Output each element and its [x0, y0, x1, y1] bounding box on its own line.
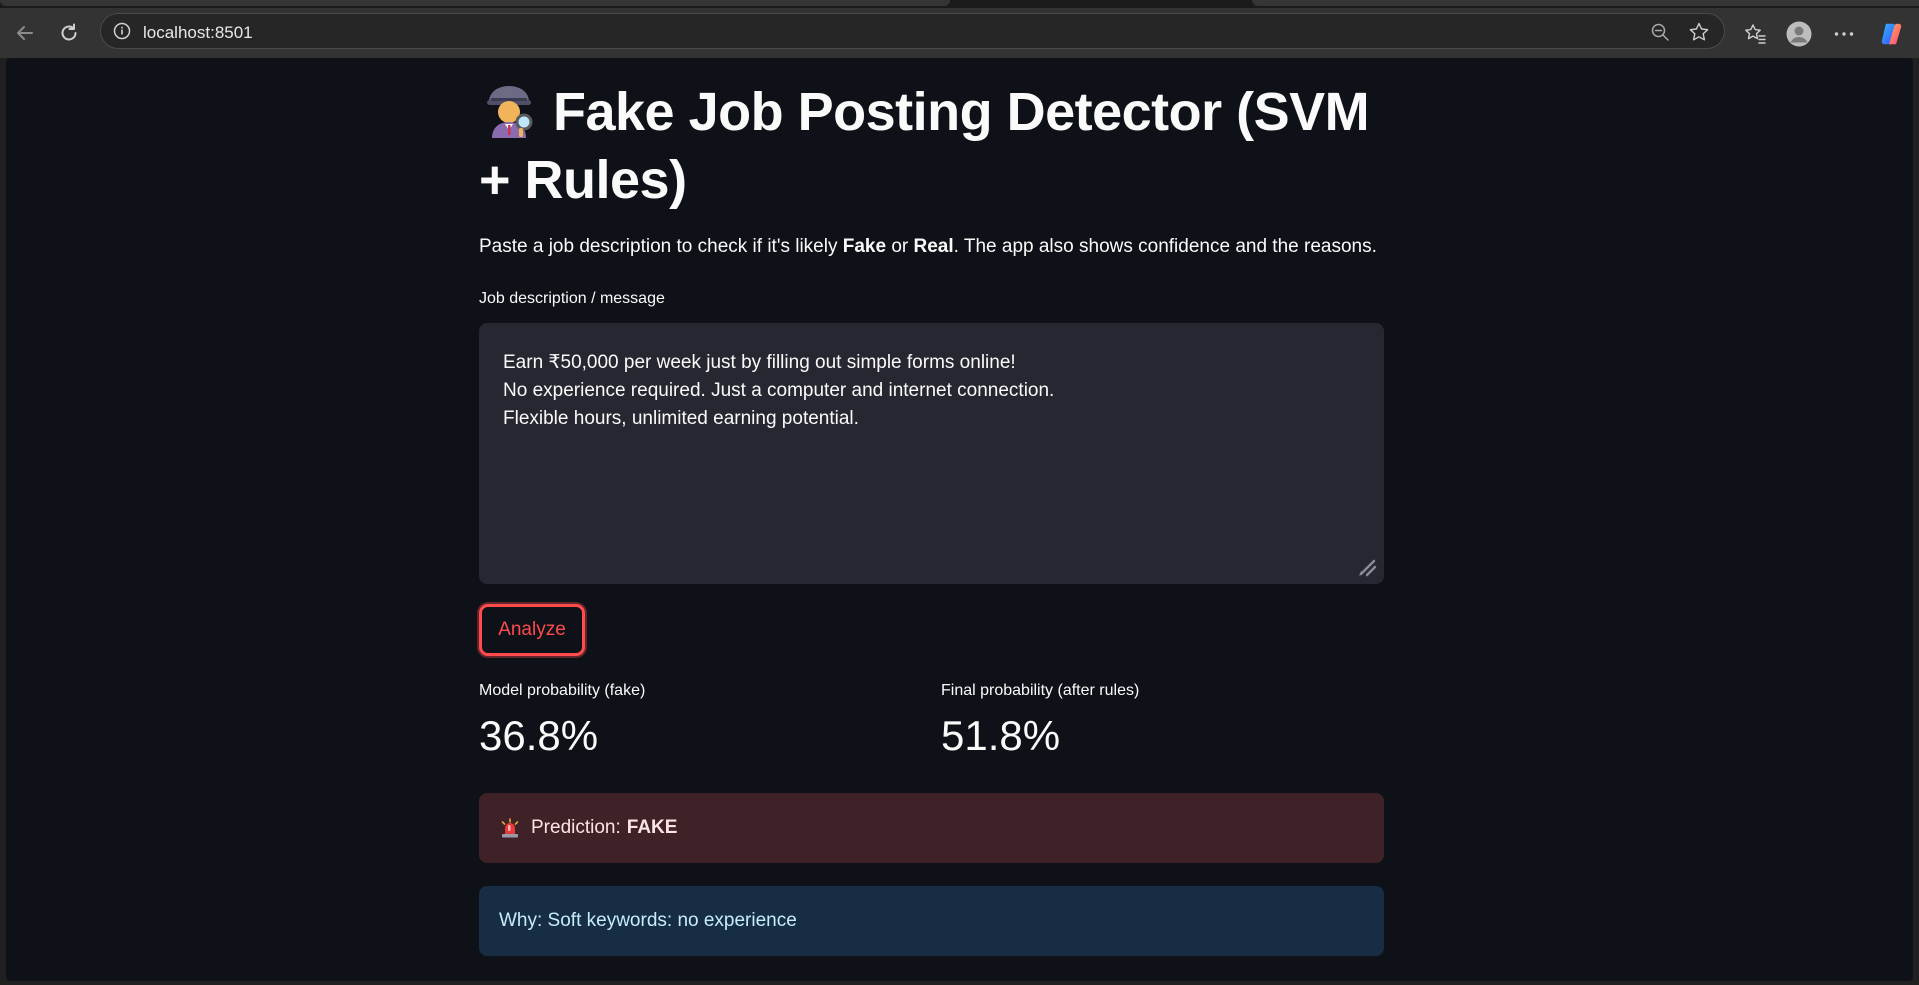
more-icon[interactable]: [1831, 21, 1857, 47]
favorites-icon[interactable]: [1742, 21, 1768, 47]
browser-tab[interactable]: [1252, 0, 1919, 6]
subtitle-real: Real: [913, 236, 954, 257]
title-text: Fake Job Posting Detector (SVM + Rules): [479, 82, 1370, 210]
subtitle-fake: Fake: [842, 236, 887, 257]
subtitle-text: Paste a job description to check if it's…: [479, 236, 843, 257]
metric-model-probability: Model probability (fake) 36.8%: [479, 682, 645, 760]
siren-icon: [501, 818, 519, 838]
metric-final-probability: Final probability (after rules) 51.8%: [941, 682, 1139, 760]
browser-toolbar: localhost:8501: [0, 8, 1919, 58]
prediction-value: FAKE: [626, 817, 678, 838]
copilot-icon[interactable]: [1878, 21, 1904, 47]
app-viewport: Fake Job Posting Detector (SVM + Rules) …: [6, 58, 1913, 981]
metric-label: Final probability (after rules): [941, 682, 1140, 699]
star-icon[interactable]: [1688, 21, 1710, 43]
tab-strip: [0, 0, 1919, 8]
site-info-icon[interactable]: [113, 22, 131, 40]
textarea-value[interactable]: Earn ₹50,000 per week just by filling ou…: [503, 352, 1054, 429]
metric-value: 36.8%: [479, 712, 599, 759]
resize-handle-icon[interactable]: [1356, 556, 1378, 578]
reload-icon[interactable]: [54, 18, 84, 48]
metric-value: 51.8%: [941, 712, 1061, 759]
detective-icon: [487, 86, 533, 138]
prediction-alert: Prediction: FAKE: [479, 793, 1384, 863]
prediction-prefix: Prediction:: [531, 817, 621, 838]
zoom-out-icon[interactable]: [1650, 22, 1670, 42]
why-alert: Why: Soft keywords: no experience: [479, 886, 1384, 956]
why-text: Why: Soft keywords: no experience: [499, 910, 797, 931]
browser-tab[interactable]: [0, 0, 950, 6]
address-bar[interactable]: localhost:8501: [100, 13, 1725, 49]
subtitle-or: or: [886, 236, 914, 257]
subtitle: Paste a job description to check if it's…: [479, 236, 1377, 258]
profile-icon[interactable]: [1786, 21, 1812, 47]
subtitle-text-end: . The app also shows confidence and the …: [953, 236, 1377, 257]
job-description-textarea[interactable]: Earn ₹50,000 per week just by filling ou…: [479, 323, 1384, 584]
metric-label: Model probability (fake): [479, 682, 646, 699]
url-text[interactable]: localhost:8501: [143, 23, 253, 43]
back-icon[interactable]: [10, 18, 40, 48]
textarea-label: Job description / message: [479, 290, 665, 307]
analyze-button[interactable]: Analyze: [479, 604, 585, 656]
page-title: Fake Job Posting Detector (SVM + Rules): [479, 78, 1384, 214]
